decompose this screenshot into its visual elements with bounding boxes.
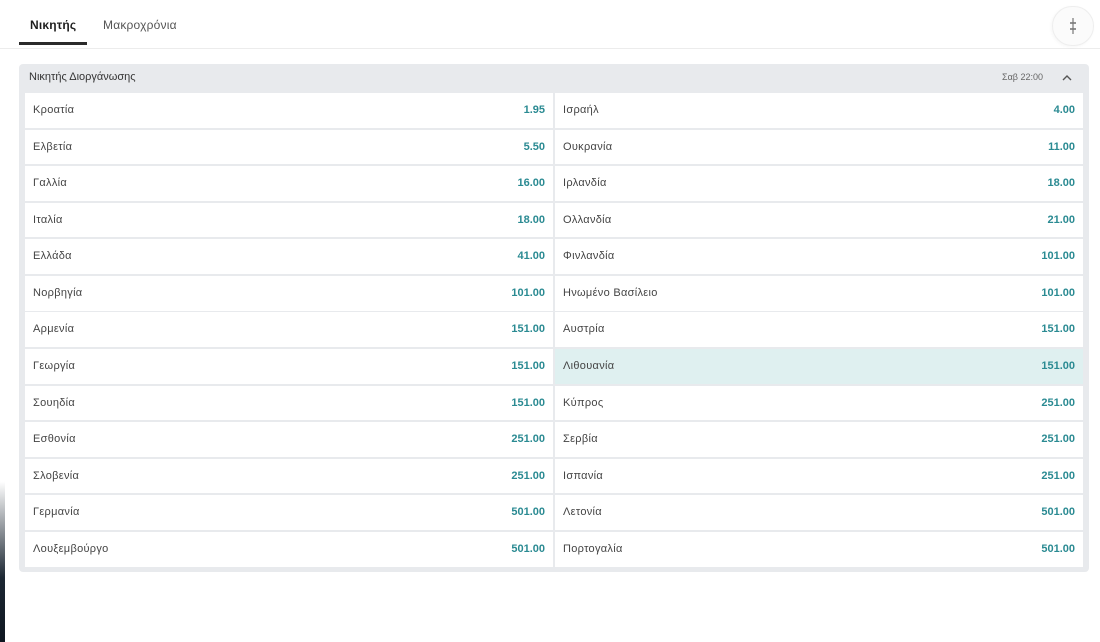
selection-odds[interactable]: 151.00: [1041, 323, 1075, 335]
selection-odds[interactable]: 501.00: [1041, 506, 1075, 518]
selection-row[interactable]: Ισπανία 251.00: [555, 458, 1083, 494]
selection-odds[interactable]: 251.00: [1041, 470, 1075, 482]
selection-odds[interactable]: 101.00: [1041, 287, 1075, 299]
selection-odds[interactable]: 4.00: [1054, 104, 1075, 116]
selection-name: Ιρλανδία: [563, 177, 607, 190]
selection-row[interactable]: Αυστρία 151.00: [555, 312, 1083, 348]
selection-odds[interactable]: 501.00: [511, 543, 545, 555]
market-time: Σαβ 22:00: [1002, 72, 1043, 82]
selection-row[interactable]: Ιταλία 18.00: [25, 202, 553, 238]
filter-sliders-icon: [1070, 18, 1076, 34]
selection-name: Νορβηγία: [33, 286, 83, 299]
tab-long-term[interactable]: Μακροχρόνια: [103, 18, 177, 32]
selections-column-left: Κροατία 1.95 Ελβετία 5.50 Γαλλία 16.00 Ιταλία 1…: [25, 93, 553, 569]
selection-row[interactable]: Γερμανία 501.00: [25, 495, 553, 531]
selection-name: Πορτογαλία: [563, 542, 623, 555]
selection-odds[interactable]: 1.95: [524, 104, 545, 116]
selection-name: Κροατία: [33, 104, 75, 116]
selection-row[interactable]: Σερβία 251.00: [555, 422, 1083, 457]
page: Νικητής Μακροχρόνια Νικητής Διοργάνωσης …: [0, 0, 1100, 642]
selection-name: Γερμανία: [33, 506, 80, 519]
selection-row[interactable]: Ηνωμένο Βασίλειο 101.00: [555, 275, 1083, 311]
selections-column-right: Ισραήλ 4.00 Ουκρανία 11.00 Ιρλανδία 18.00 Ολλα…: [555, 93, 1083, 569]
selection-name: Λιθουανία: [563, 360, 615, 373]
selection-row[interactable]: Ιρλανδία 18.00: [555, 166, 1083, 201]
selection-odds[interactable]: 41.00: [517, 250, 545, 262]
selection-name: Σερβία: [563, 433, 598, 446]
selection-name: Κύπρος: [563, 396, 604, 409]
tab-bar: Νικητής Μακροχρόνια: [0, 0, 1100, 49]
selection-name: Γαλλία: [33, 177, 68, 190]
selection-row[interactable]: Εσθονία 251.00: [25, 422, 553, 457]
selection-row[interactable]: Σουηδία 151.00: [25, 385, 553, 421]
selection-row[interactable]: Σλοβενία 251.00: [25, 458, 553, 494]
market-title: Νικητής Διοργάνωσης: [29, 71, 136, 83]
selection-odds[interactable]: 21.00: [1047, 214, 1075, 226]
selection-name: Ισραήλ: [563, 104, 599, 116]
collapse-button[interactable]: [1059, 70, 1075, 86]
selection-name: Ελβετία: [33, 140, 73, 153]
selection-row[interactable]: Λετονία 501.00: [555, 495, 1083, 531]
selection-odds[interactable]: 151.00: [511, 360, 545, 372]
selection-name: Ουκρανία: [563, 140, 613, 153]
filter-button[interactable]: [1052, 6, 1094, 46]
selection-name: Γεωργία: [33, 360, 76, 373]
tab-winner[interactable]: Νικητής: [30, 18, 76, 32]
selection-name: Ηνωμένο Βασίλειο: [563, 286, 658, 299]
selection-odds[interactable]: 18.00: [1047, 177, 1075, 189]
selection-row[interactable]: Λουξεμβούργο 501.00: [25, 531, 553, 567]
selection-odds[interactable]: 251.00: [1041, 397, 1075, 409]
selection-odds[interactable]: 18.00: [517, 214, 545, 226]
selection-name: Σλοβενία: [33, 469, 80, 482]
selection-odds[interactable]: 251.00: [1041, 433, 1075, 445]
selection-odds[interactable]: 251.00: [511, 433, 545, 445]
selection-name: Εσθονία: [33, 433, 76, 446]
selection-odds[interactable]: 251.00: [511, 470, 545, 482]
selection-odds[interactable]: 5.50: [524, 141, 545, 153]
selection-odds[interactable]: 16.00: [517, 177, 545, 189]
selection-odds[interactable]: 151.00: [511, 323, 545, 335]
selection-odds[interactable]: 151.00: [1041, 360, 1075, 372]
selection-row[interactable]: Λιθουανία 151.00: [555, 349, 1083, 384]
selection-row[interactable]: Νορβηγία 101.00: [25, 275, 553, 311]
selection-odds[interactable]: 11.00: [1048, 141, 1075, 153]
selection-row[interactable]: Ισραήλ 4.00: [555, 93, 1083, 128]
selection-odds[interactable]: 101.00: [511, 287, 545, 299]
selection-row[interactable]: Αρμενία 151.00: [25, 312, 553, 348]
selection-odds[interactable]: 101.00: [1041, 250, 1075, 262]
selection-row[interactable]: Ολλανδία 21.00: [555, 202, 1083, 238]
selection-row[interactable]: Ελβετία 5.50: [25, 129, 553, 165]
selection-name: Φινλανδία: [563, 250, 615, 263]
selection-name: Αρμενία: [33, 323, 75, 336]
selection-name: Ολλανδία: [563, 213, 612, 226]
selection-odds[interactable]: 151.00: [511, 397, 545, 409]
market-panel: Νικητής Διοργάνωσης Σαβ 22:00 Κροατία 1.9…: [19, 64, 1089, 572]
selection-name: Ισπανία: [563, 469, 604, 482]
selection-row[interactable]: Πορτογαλία 501.00: [555, 531, 1083, 567]
selection-row[interactable]: Γεωργία 151.00: [25, 349, 553, 384]
selection-name: Ελλάδα: [33, 250, 72, 263]
selection-odds[interactable]: 501.00: [1041, 543, 1075, 555]
selection-row[interactable]: Κύπρος 251.00: [555, 385, 1083, 421]
selection-row[interactable]: Ουκρανία 11.00: [555, 129, 1083, 165]
selection-row[interactable]: Γαλλία 16.00: [25, 166, 553, 201]
selection-name: Λετονία: [563, 506, 602, 519]
selection-odds[interactable]: 501.00: [511, 506, 545, 518]
selection-row[interactable]: Φινλανδία 101.00: [555, 239, 1083, 274]
selection-name: Σουηδία: [33, 396, 76, 409]
selection-name: Λουξεμβούργο: [33, 542, 109, 555]
chevron-up-icon: [1062, 75, 1072, 81]
selection-name: Αυστρία: [563, 323, 605, 336]
selection-row[interactable]: Ελλάδα 41.00: [25, 239, 553, 274]
active-tab-indicator: [19, 42, 87, 45]
selection-row[interactable]: Κροατία 1.95: [25, 93, 553, 128]
market-header[interactable]: Νικητής Διοργάνωσης Σαβ 22:00: [19, 64, 1089, 92]
left-edge-background: [0, 0, 5, 642]
selection-name: Ιταλία: [33, 213, 63, 226]
